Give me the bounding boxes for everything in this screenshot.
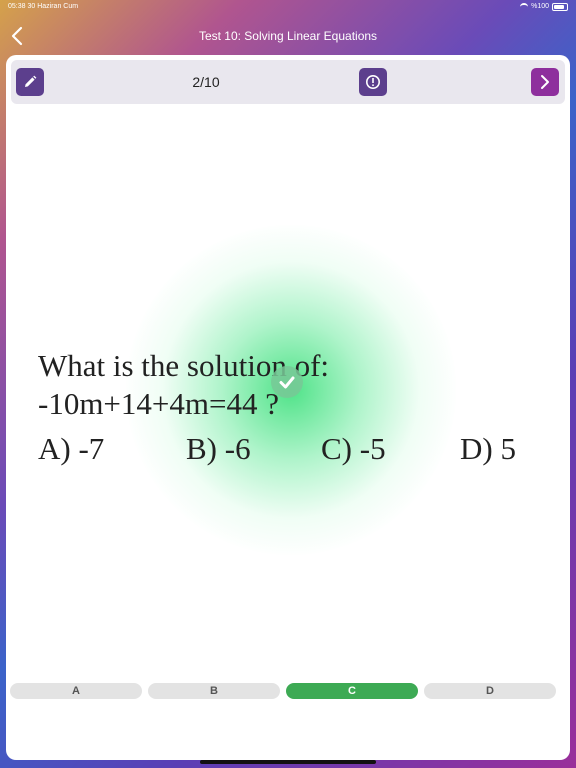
choice-button-c-selected[interactable]: C: [286, 683, 418, 699]
chevron-right-icon: [541, 75, 549, 89]
status-clock: 05:38: [8, 3, 26, 10]
choice-button-d[interactable]: D: [424, 683, 556, 699]
battery-percent: %100: [531, 3, 549, 10]
answer-options: A) -7 B) -6 C) -5 D) 5: [38, 431, 558, 475]
answer-option-d[interactable]: D) 5: [460, 431, 516, 467]
question-toolbar: 2/10: [11, 60, 565, 104]
checkmark-icon: [279, 376, 295, 389]
answer-option-a[interactable]: A) -7: [38, 431, 104, 467]
answer-option-c[interactable]: C) -5: [321, 431, 386, 467]
battery-icon: [552, 3, 568, 11]
choice-button-a[interactable]: A: [10, 683, 142, 699]
page-title: Test 10: Solving Linear Equations: [198, 29, 378, 43]
status-date: 30 Haziran Cum: [27, 3, 79, 10]
choice-button-b[interactable]: B: [148, 683, 280, 699]
pencil-icon: [25, 75, 37, 87]
report-button[interactable]: [359, 68, 387, 96]
wifi-icon: [520, 3, 529, 11]
nav-bar: Test 10: Solving Linear Equations: [0, 20, 576, 52]
status-time: 05:38 30 Haziran Cum: [8, 0, 78, 14]
correct-check-badge: [271, 366, 303, 398]
home-indicator[interactable]: [200, 760, 376, 764]
next-button[interactable]: [531, 68, 559, 96]
question-card: 2/10 What is the solution of: -10m+14+4m…: [6, 55, 570, 760]
status-bar: 05:38 30 Haziran Cum %100: [0, 0, 576, 14]
status-indicators: %100: [520, 0, 568, 14]
choice-bar: A B C D: [10, 683, 556, 699]
edit-button[interactable]: [16, 68, 44, 96]
alert-circle-icon: [366, 75, 380, 89]
answer-option-b[interactable]: B) -6: [186, 431, 251, 467]
question-counter: 2/10: [192, 74, 220, 90]
